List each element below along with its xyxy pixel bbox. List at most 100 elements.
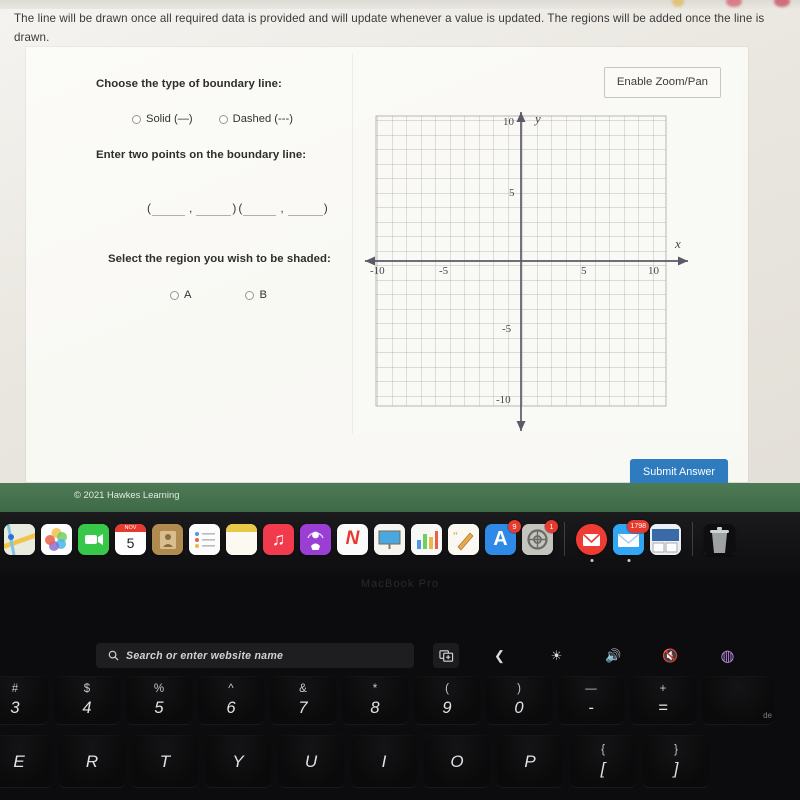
key-top-label: ( (445, 683, 449, 695)
boundary-type-options: Solid (—) Dashed (---) (96, 113, 364, 125)
key-main-label: ] (673, 759, 679, 779)
dock-item-calendar[interactable]: NOV 5 (115, 523, 146, 555)
key-O[interactable]: O (424, 735, 490, 787)
touchbar-mute-button[interactable]: 🔇 (642, 643, 699, 668)
dock-item-preview[interactable] (650, 523, 681, 555)
touchbar-new-tab-button[interactable] (433, 643, 459, 668)
key--[interactable]: — - (558, 676, 624, 724)
contacts-icon[interactable] (152, 523, 183, 555)
pages-icon[interactable]: “ (448, 523, 479, 555)
key-Y[interactable]: Y (205, 735, 271, 787)
touchbar-back-button[interactable]: ❮ (471, 643, 528, 668)
key-I[interactable]: I (351, 735, 417, 787)
reminders-icon[interactable] (189, 523, 220, 555)
y-tick-5: 5 (509, 187, 515, 199)
key-=[interactable]: + = (630, 676, 696, 724)
podcasts-icon[interactable] (300, 523, 331, 555)
dock-running-indicator (627, 558, 630, 562)
touchbar-search-field[interactable]: Search or enter website name (96, 643, 414, 668)
point2-y-input[interactable] (287, 203, 323, 216)
key-][interactable]: }] (643, 735, 709, 787)
key-4[interactable]: $4 (54, 676, 120, 724)
key-R[interactable]: R (59, 735, 125, 787)
maps-icon[interactable] (4, 523, 35, 555)
dock-item-keynote[interactable] (374, 523, 405, 555)
dock-item-numbers[interactable] (411, 523, 442, 555)
dock-running-indicator (590, 558, 593, 562)
news-icon[interactable]: N (337, 523, 368, 555)
facetime-icon[interactable] (78, 523, 109, 555)
key-P[interactable]: P (497, 735, 563, 787)
calendar-icon[interactable]: NOV 5 (115, 523, 146, 555)
coordinate-plane-graph[interactable]: x y -10 -5 5 10 10 5 -5 -10 (363, 106, 693, 436)
numbers-icon[interactable] (411, 523, 442, 555)
enable-zoom-pan-button[interactable]: Enable Zoom/Pan (603, 67, 721, 98)
key-0[interactable]: ) 0 (486, 676, 552, 724)
trash-icon[interactable] (704, 523, 735, 555)
chevron-left-icon: ❮ (494, 647, 505, 663)
touchbar-brightness-button[interactable]: ☀ (528, 643, 585, 668)
dock-item-mail[interactable]: 1798 (613, 519, 649, 562)
dock-item-maps[interactable] (4, 523, 35, 555)
footer-copyright: © 2021 Hawkes Learning (74, 489, 180, 500)
radio-circle-dashed[interactable] (218, 114, 228, 124)
dock-separator (564, 522, 565, 556)
dock-item-app-store[interactable]: A9 (485, 519, 521, 555)
dock-item-gmail[interactable] (576, 523, 607, 562)
key-de[interactable]: de (702, 676, 774, 724)
dock-item-podcasts[interactable] (300, 523, 331, 555)
notes-icon[interactable] (226, 523, 257, 555)
radio-circle-b[interactable] (245, 290, 255, 300)
key-main-label: 8 (370, 698, 380, 717)
dock-item-trash[interactable] (704, 523, 735, 555)
key-T[interactable]: T (132, 735, 198, 787)
keynote-icon[interactable] (374, 523, 405, 555)
key-[[interactable]: {[ (570, 735, 636, 787)
dock-item-contacts[interactable] (152, 523, 183, 555)
radio-label-b: B (259, 289, 267, 301)
radio-option-solid[interactable]: Solid (—) (132, 113, 193, 125)
radio-option-a[interactable]: A (170, 289, 191, 301)
gmail-icon[interactable] (576, 523, 607, 555)
touchbar-siri-button[interactable]: ◍ (699, 643, 756, 668)
touchbar-search-placeholder: Search or enter website name (126, 649, 284, 662)
radio-option-dashed[interactable]: Dashed (---) (218, 113, 293, 125)
dock-item-reminders[interactable] (189, 523, 220, 555)
radio-circle-a[interactable] (170, 290, 179, 300)
instructions-text: The line will be drawn once all required… (14, 12, 765, 44)
photos-icon[interactable] (41, 523, 72, 555)
point1-y-input[interactable] (196, 203, 232, 216)
key-main-label: 6 (226, 698, 236, 717)
key-top-label: & (299, 683, 307, 695)
dock-items: NOV 5 ♫ N “ A 9 1 1798 (4, 519, 735, 562)
key-9[interactable]: (9 (414, 676, 480, 724)
key-3[interactable]: #3 (0, 676, 48, 724)
comma-2: , (280, 201, 284, 215)
key-7[interactable]: & 7 (270, 676, 336, 724)
dock-item-photos[interactable] (41, 523, 72, 555)
dock-item-music[interactable]: ♫ (263, 523, 294, 555)
submit-answer-button[interactable]: Submit Answer (630, 459, 729, 486)
key-U[interactable]: U (278, 735, 344, 787)
key-main-label: U (304, 751, 318, 771)
dock-item-system-preferences[interactable]: 1 (522, 519, 558, 555)
key-5[interactable]: % 5 (126, 676, 192, 724)
point1-x-input[interactable] (152, 203, 185, 216)
point2-x-input[interactable] (243, 203, 277, 216)
touchbar-volume-up-button[interactable]: 🔊 (585, 643, 642, 668)
browser-top-sliver (0, 0, 800, 9)
radio-option-b[interactable]: B (245, 289, 267, 301)
radio-circle-solid[interactable] (132, 114, 141, 124)
music-icon[interactable]: ♫ (263, 523, 294, 555)
key-6[interactable]: ^ 6 (198, 676, 264, 724)
key-top-label: } (674, 743, 678, 756)
preview-icon[interactable] (650, 523, 681, 555)
dock-item-news[interactable]: N (337, 523, 368, 555)
key-E[interactable]: E (0, 735, 52, 787)
dock-item-facetime[interactable] (78, 523, 109, 555)
key-top-label: $ (83, 683, 91, 695)
dock-item-notes[interactable] (226, 523, 257, 555)
key-8[interactable]: * 8 (342, 676, 408, 724)
dock-item-pages[interactable]: “ (448, 523, 479, 555)
dock-separator (692, 522, 693, 556)
